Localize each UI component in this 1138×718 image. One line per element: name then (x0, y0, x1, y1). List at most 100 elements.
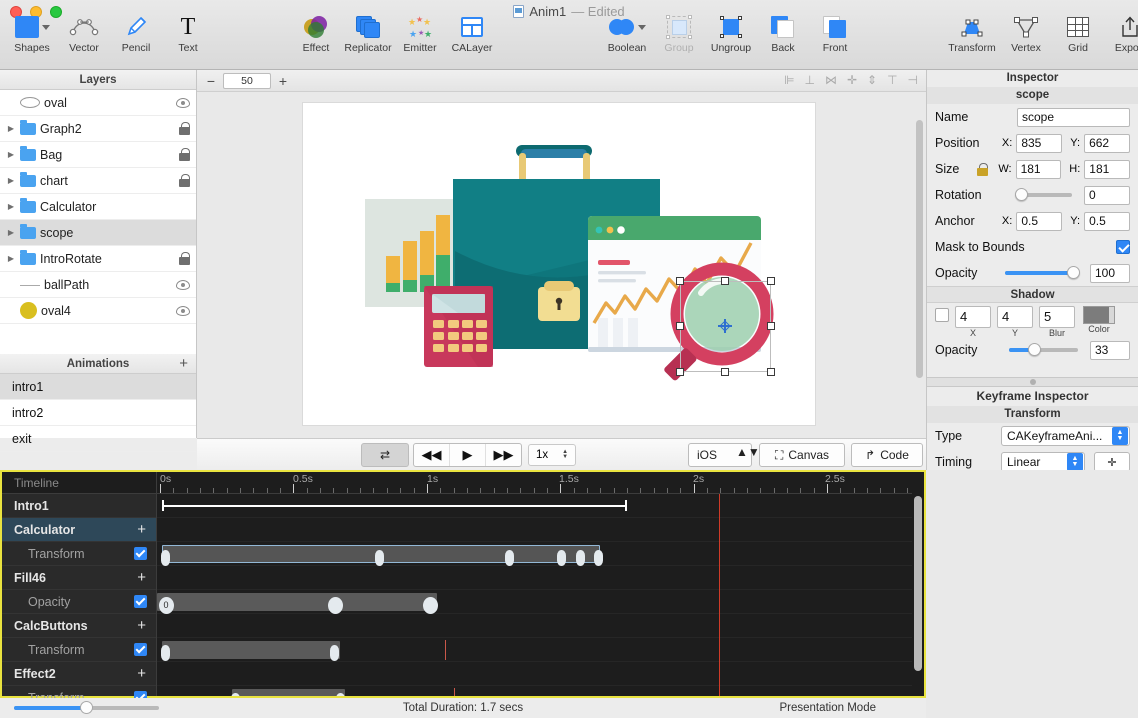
shadow-opacity-slider-knob[interactable] (1027, 343, 1041, 356)
toolbar-grid-button[interactable]: Grid (1052, 14, 1104, 54)
timeline-vertical-scrollbar[interactable] (914, 496, 922, 692)
timeline-ruler[interactable]: 0s 0.5s 1s 1.5s 2s 2.5s 0s (157, 472, 912, 494)
animation-row-intro2[interactable]: intro2 (0, 400, 196, 426)
eye-icon[interactable] (176, 279, 190, 290)
opacity-input[interactable]: 100 (1090, 263, 1130, 283)
intro1-clip-range[interactable] (162, 500, 627, 511)
layer-row-oval4[interactable]: oval4 (0, 298, 196, 324)
code-button[interactable]: ↱ Code (851, 443, 923, 467)
keyframe-marker[interactable] (593, 550, 603, 566)
name-input[interactable]: scope (1017, 107, 1130, 127)
lock-icon[interactable] (179, 174, 190, 187)
toolbar-effect-button[interactable]: Effect (290, 14, 342, 54)
selection-handle-bc[interactable] (721, 368, 729, 376)
layer-row-scope[interactable]: ▶ scope (0, 220, 196, 246)
keyframe-marker-labeled[interactable]: 0 (158, 596, 174, 614)
keyframe-bar[interactable] (160, 545, 603, 566)
distribute-horizontal-icon[interactable]: ⋈ (825, 73, 837, 87)
add-animation-button[interactable]: + (179, 354, 188, 374)
keyframe-marker[interactable] (556, 550, 566, 566)
canvas-vertical-scrollbar[interactable] (916, 120, 923, 435)
selection-handle-tl[interactable] (676, 277, 684, 285)
track-fill46-opacity[interactable]: 0 (157, 590, 912, 614)
toolbar-ungroup-button[interactable]: Ungroup (705, 14, 757, 54)
toolbar-front-button[interactable]: Front (809, 14, 861, 54)
zoom-input[interactable]: 50 (223, 72, 271, 89)
rotation-slider-knob[interactable] (1015, 188, 1028, 201)
playhead[interactable] (719, 494, 720, 696)
track-calcbuttons-transform[interactable] (157, 638, 912, 662)
toolbar-export-button[interactable]: Export (1104, 14, 1138, 54)
add-keyframe-button[interactable]: + (137, 665, 156, 682)
curve-editor-icon[interactable]: ✛ (1094, 452, 1130, 472)
mask-to-bounds-checkbox[interactable] (1116, 240, 1130, 254)
layer-row-bag[interactable]: ▶ Bag (0, 142, 196, 168)
timeline-row-effect2[interactable]: Effect2 + (2, 662, 156, 686)
eye-icon[interactable] (176, 97, 190, 108)
play-button[interactable]: ▶ (449, 444, 485, 466)
timeline-row-calcbuttons[interactable]: CalcButtons + (2, 614, 156, 638)
timeline-row-fill46-opacity[interactable]: Opacity (2, 590, 156, 614)
align-center-icon[interactable]: ✛ (847, 73, 857, 87)
chevron-right-icon[interactable]: ▶ (6, 254, 16, 263)
track-effect2-transform[interactable] (157, 686, 912, 696)
shadow-x-input[interactable]: 4 (955, 306, 991, 328)
canvas-mode-button[interactable]: ⛶ Canvas (759, 443, 845, 467)
track-enable-checkbox[interactable] (134, 547, 147, 560)
presentation-mode-button[interactable]: Presentation Mode (779, 702, 876, 714)
lock-icon[interactable] (179, 148, 190, 161)
artboard[interactable] (303, 103, 815, 425)
layer-row-calculator[interactable]: ▶ Calculator (0, 194, 196, 220)
timeline-row-fill46[interactable]: Fill46 + (2, 566, 156, 590)
layer-row-chart[interactable]: ▶ chart (0, 168, 196, 194)
playback-speed-select[interactable]: 1x ▲ ▼ (528, 444, 576, 466)
keyframe-marker[interactable] (160, 645, 170, 661)
anchor-y-input[interactable]: 0.5 (1084, 211, 1131, 231)
layer-row-introrotate[interactable]: ▶ IntroRotate (0, 246, 196, 272)
chevron-right-icon[interactable]: ▶ (6, 124, 16, 133)
toolbar-emitter-button[interactable]: ★ ★ ★ ★ ★ ★ Emitter (394, 14, 446, 54)
track-calcbuttons-group[interactable] (157, 614, 912, 638)
keyframe-marker[interactable] (230, 693, 240, 696)
keyframe-marker[interactable] (504, 550, 514, 566)
align-bottom-icon[interactable]: ⊥ (805, 73, 815, 87)
selection-handle-tc[interactable] (721, 277, 729, 285)
zoom-in-button[interactable]: + (277, 73, 289, 89)
keyframe-bar[interactable] (160, 641, 340, 661)
shadow-color-swatch[interactable] (1083, 306, 1115, 324)
timeline-row-calculator-transform[interactable]: Transform (2, 542, 156, 566)
rewind-button[interactable]: ◀◀ (414, 444, 449, 466)
unlocked-icon[interactable] (976, 162, 988, 176)
shadow-enable-checkbox[interactable] (935, 308, 949, 322)
selection-handle-bl[interactable] (676, 368, 684, 376)
chevron-right-icon[interactable]: ▶ (6, 228, 16, 237)
position-y-input[interactable]: 662 (1084, 133, 1131, 153)
keyframe-marker[interactable] (575, 550, 585, 566)
shadow-blur-input[interactable]: 5 (1039, 306, 1075, 328)
layer-row-oval[interactable]: oval (0, 90, 196, 116)
rotation-input[interactable]: 0 (1084, 185, 1130, 205)
selection-handle-tr[interactable] (767, 277, 775, 285)
animation-row-exit[interactable]: exit (0, 426, 196, 452)
align-left-icon[interactable]: ⊫ (784, 73, 794, 87)
keyframe-bar[interactable] (230, 689, 345, 696)
toolbar-shapes-button[interactable]: Shapes (6, 14, 58, 54)
track-effect2-group[interactable] (157, 662, 912, 686)
chevron-right-icon[interactable]: ▶ (6, 150, 16, 159)
align-top-icon[interactable]: ⊤ (887, 73, 897, 87)
keyframe-marker[interactable] (335, 693, 345, 696)
toolbar-text-button[interactable]: T Text (162, 14, 214, 54)
keyframe-marker-labeled[interactable] (327, 596, 343, 614)
track-calculator-group[interactable] (157, 518, 912, 542)
keyframe-marker[interactable] (160, 550, 170, 566)
toolbar-group-button[interactable]: Group (653, 14, 705, 54)
timeline-row-calculator[interactable]: Calculator + (2, 518, 156, 542)
anchor-x-input[interactable]: 0.5 (1016, 211, 1063, 231)
timeline-tracks[interactable]: 0 (157, 494, 912, 696)
canvas-stage[interactable] (197, 92, 926, 437)
layer-row-graph2[interactable]: ▶ Graph2 (0, 116, 196, 142)
track-enable-checkbox[interactable] (134, 595, 147, 608)
shadow-y-input[interactable]: 4 (997, 306, 1033, 328)
timeline-row-intro1[interactable]: Intro1 (2, 494, 156, 518)
loop-toggle-button[interactable]: ⇄ (361, 443, 409, 467)
